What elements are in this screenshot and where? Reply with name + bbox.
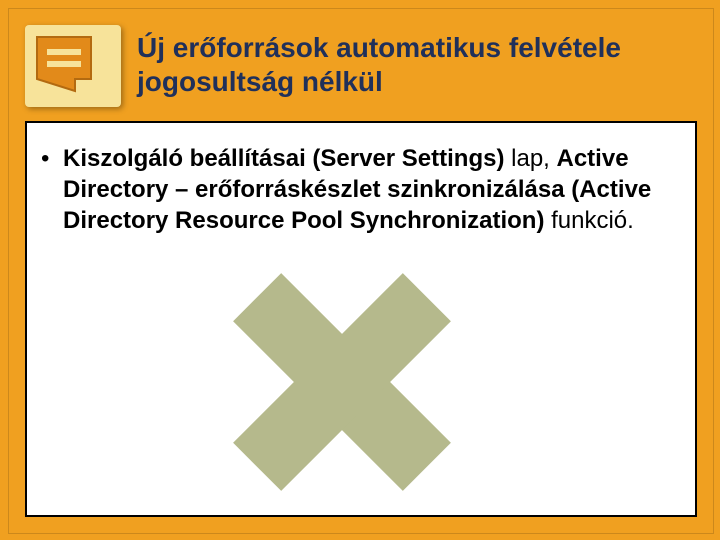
missing-image-placeholder-icon	[237, 287, 447, 477]
bullet-item: Kiszolgáló beállításai (Server Settings)…	[63, 143, 675, 237]
bullet-bold-1: Kiszolgáló beállításai (Server Settings)	[63, 145, 504, 172]
content-box: Kiszolgáló beállításai (Server Settings)…	[25, 121, 697, 517]
slide-logo-icon	[25, 25, 121, 107]
bullet-text-2: funkció.	[544, 207, 633, 234]
slide: Új erőforrások automatikus felvétele jog…	[8, 8, 714, 534]
bullet-text-1: lap,	[504, 145, 556, 172]
slide-title: Új erőforrások automatikus felvétele jog…	[137, 31, 697, 99]
